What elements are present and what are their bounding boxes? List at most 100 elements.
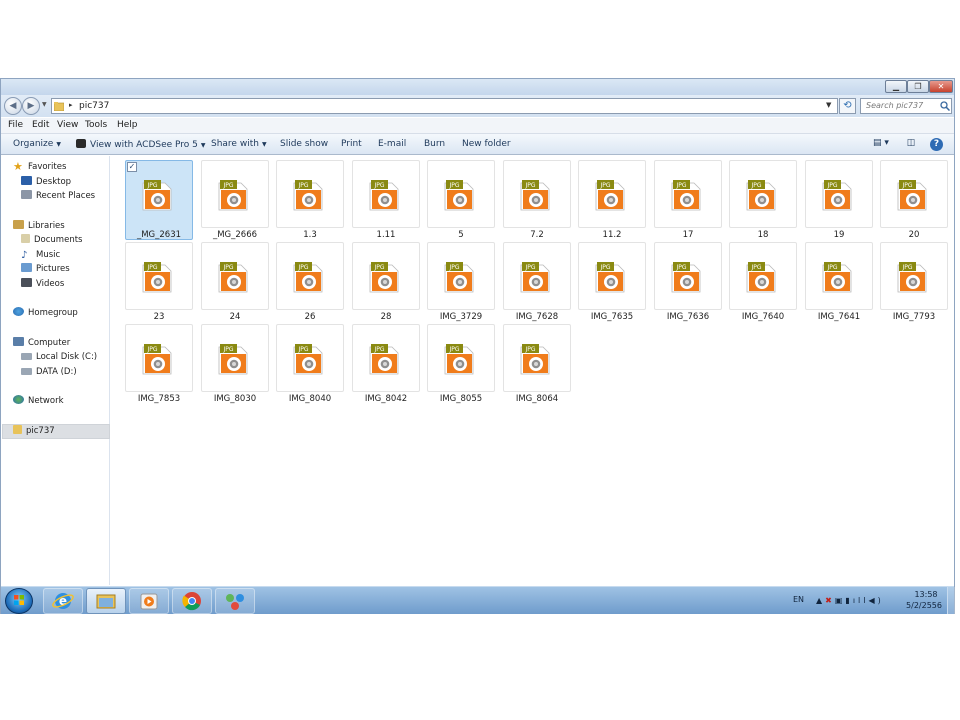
clock-time[interactable]: 13:58 xyxy=(906,590,946,599)
file-item[interactable]: JPG 18 xyxy=(729,160,797,240)
show-desktop-button[interactable] xyxy=(947,587,955,614)
file-item[interactable]: JPG 20 xyxy=(880,160,948,240)
internet-explorer-button[interactable]: e xyxy=(43,588,83,614)
search-icon[interactable] xyxy=(940,101,950,111)
menu-view[interactable]: View xyxy=(57,120,78,130)
file-name[interactable]: IMG_8055 xyxy=(421,394,501,404)
usb-icon[interactable]: ▣ xyxy=(835,596,846,605)
file-name[interactable]: IMG_8064 xyxy=(497,394,577,404)
file-item[interactable]: JPG IMG_7641 xyxy=(805,242,873,322)
forward-button[interactable]: ▶ xyxy=(22,97,40,115)
selection-checkbox[interactable]: ✓ xyxy=(127,162,137,172)
file-name[interactable]: IMG_7628 xyxy=(497,312,577,322)
file-name[interactable]: IMG_3729 xyxy=(421,312,501,322)
close-button[interactable]: ✕ xyxy=(929,80,953,93)
file-item[interactable]: JPG 1.3 xyxy=(276,160,344,240)
file-item[interactable]: JPG 1.11 xyxy=(352,160,420,240)
preview-pane-icon[interactable]: ◫ xyxy=(904,138,918,151)
nav-recent-places[interactable]: Recent Places xyxy=(21,189,95,203)
file-item[interactable]: JPG IMG_7640 xyxy=(729,242,797,322)
nav-pictures[interactable]: Pictures xyxy=(21,262,70,276)
new-folder-button[interactable]: New folder xyxy=(462,139,511,149)
search-input[interactable]: Search pic737 xyxy=(860,98,952,114)
language-indicator[interactable]: EN xyxy=(793,595,804,604)
file-name[interactable]: IMG_7793 xyxy=(874,312,954,322)
file-name[interactable]: 20 xyxy=(874,230,954,240)
file-item[interactable]: JPG IMG_7853 xyxy=(125,324,193,404)
file-name[interactable]: 19 xyxy=(799,230,879,240)
file-name[interactable]: 26 xyxy=(270,312,350,322)
file-name[interactable]: IMG_8030 xyxy=(195,394,275,404)
file-name[interactable]: IMG_8040 xyxy=(270,394,350,404)
file-name[interactable]: IMG_7853 xyxy=(119,394,199,404)
file-name[interactable]: _MG_2666 xyxy=(195,230,275,240)
nav-desktop[interactable]: Desktop xyxy=(21,175,71,189)
nav-music[interactable]: ♪ Music xyxy=(21,248,60,262)
start-button[interactable] xyxy=(5,588,33,614)
file-name[interactable]: IMG_8042 xyxy=(346,394,426,404)
file-name[interactable]: 23 xyxy=(119,312,199,322)
address-dropdown-icon[interactable]: ▼ xyxy=(826,101,831,109)
file-item[interactable]: JPG IMG_8042 xyxy=(352,324,420,404)
breadcrumb-current[interactable]: pic737 xyxy=(79,101,109,111)
file-item[interactable]: JPG 17 xyxy=(654,160,722,240)
menu-help[interactable]: Help xyxy=(117,120,138,130)
clock-date[interactable]: 5/2/2556 xyxy=(899,601,949,610)
file-item[interactable]: JPG IMG_8030 xyxy=(201,324,269,404)
print-button[interactable]: Print xyxy=(341,139,362,149)
file-item[interactable]: ✓ JPG _MG_2631 xyxy=(125,160,193,240)
recent-pages-dropdown[interactable]: ▼ xyxy=(42,101,47,108)
file-item[interactable]: JPG 19 xyxy=(805,160,873,240)
action-center-icon[interactable]: ✖ xyxy=(825,596,835,605)
media-player-button[interactable] xyxy=(129,588,169,614)
nav-homegroup[interactable]: Homegroup xyxy=(13,306,78,320)
file-name[interactable]: 1.11 xyxy=(346,230,426,240)
title-bar[interactable]: ▁ ❐ ✕ xyxy=(1,79,954,95)
burn-button[interactable]: Burn xyxy=(424,139,445,149)
menu-file[interactable]: File xyxy=(8,120,23,130)
file-name[interactable]: 5 xyxy=(421,230,501,240)
file-item[interactable]: JPG IMG_8040 xyxy=(276,324,344,404)
file-name[interactable]: 24 xyxy=(195,312,275,322)
file-item[interactable]: JPG 5 xyxy=(427,160,495,240)
nav-libraries[interactable]: Libraries xyxy=(13,219,65,233)
chrome-button[interactable] xyxy=(172,588,212,614)
menu-tools[interactable]: Tools xyxy=(85,120,107,130)
file-name[interactable]: 1.3 xyxy=(270,230,350,240)
file-item[interactable]: JPG 24 xyxy=(201,242,269,322)
file-item[interactable]: JPG 23 xyxy=(125,242,193,322)
share-with-button[interactable]: Share with ▼ xyxy=(211,139,267,149)
email-button[interactable]: E-mail xyxy=(378,139,406,149)
file-name[interactable]: IMG_7636 xyxy=(648,312,728,322)
slide-show-button[interactable]: Slide show xyxy=(280,139,328,149)
refresh-button[interactable]: ⟲ xyxy=(839,98,856,114)
file-name[interactable]: _MG_2631 xyxy=(119,230,199,240)
maximize-button[interactable]: ❐ xyxy=(907,80,929,93)
file-name[interactable]: 11.2 xyxy=(572,230,652,240)
file-item[interactable]: JPG 28 xyxy=(352,242,420,322)
file-item[interactable]: JPG _MG_2666 xyxy=(201,160,269,240)
file-name[interactable]: IMG_7641 xyxy=(799,312,879,322)
address-bar[interactable]: ▸ pic737 ▼ xyxy=(51,98,838,114)
file-name[interactable]: 17 xyxy=(648,230,728,240)
nav-local-disk[interactable]: Local Disk (C:) xyxy=(21,350,97,364)
notification-icons[interactable]: ▲✖▣▮ıll◀) xyxy=(816,596,884,605)
signal-icon[interactable]: ▮ xyxy=(845,596,852,605)
help-icon[interactable]: ? xyxy=(930,138,943,151)
windows-explorer-button[interactable] xyxy=(86,588,126,614)
nav-documents[interactable]: Documents xyxy=(21,233,82,247)
file-item[interactable]: JPG 7.2 xyxy=(503,160,571,240)
nav-network[interactable]: Network xyxy=(13,394,64,408)
volume-icon[interactable]: ◀) xyxy=(869,596,884,605)
file-item[interactable]: JPG IMG_8055 xyxy=(427,324,495,404)
file-name[interactable]: 28 xyxy=(346,312,426,322)
file-item[interactable]: JPG 26 xyxy=(276,242,344,322)
file-name[interactable]: 7.2 xyxy=(497,230,577,240)
file-item[interactable]: JPG IMG_8064 xyxy=(503,324,571,404)
minimize-button[interactable]: ▁ xyxy=(885,80,907,93)
file-name[interactable]: IMG_7635 xyxy=(572,312,652,322)
network-tray-icon[interactable]: ıll xyxy=(853,596,869,605)
nav-computer[interactable]: Computer xyxy=(13,336,70,350)
network-app-button[interactable] xyxy=(215,588,255,614)
nav-current-folder[interactable]: pic737 xyxy=(13,424,55,438)
